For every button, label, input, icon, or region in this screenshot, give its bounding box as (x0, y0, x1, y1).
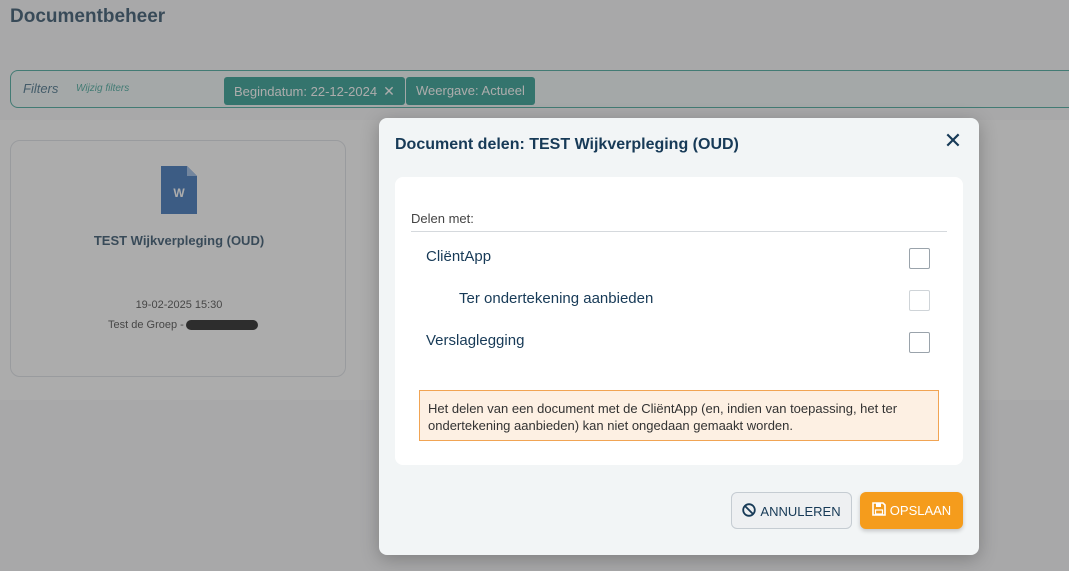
option-reporting-label: Verslaglegging (426, 332, 525, 349)
cancel-button[interactable]: ANNULEREN (731, 492, 852, 529)
warning-message: Het delen van een document met de Cliënt… (419, 390, 939, 441)
floppy-disk-icon (871, 493, 886, 530)
cancel-label: ANNULEREN (760, 504, 841, 519)
share-with-label: Delen met: (411, 211, 474, 226)
cancel-icon (742, 494, 757, 531)
modal-title: Document delen: TEST Wijkverpleging (OUD… (395, 136, 739, 153)
save-label: OPSLAAN (889, 503, 952, 518)
share-document-modal: Document delen: TEST Wijkverpleging (OUD… (379, 118, 979, 555)
option-sign-offer-label: Ter ondertekening aanbieden (459, 290, 654, 307)
clientapp-checkbox[interactable] (909, 248, 930, 269)
option-clientapp-label: CliëntApp (426, 248, 492, 265)
close-icon[interactable]: ✕ (942, 130, 964, 152)
share-divider (411, 231, 947, 232)
reporting-checkbox[interactable] (909, 332, 930, 353)
modal-body: Delen met: CliëntApp Ter ondertekening a… (395, 177, 963, 465)
save-button[interactable]: OPSLAAN (860, 492, 963, 529)
sign-offer-checkbox[interactable] (909, 290, 930, 311)
